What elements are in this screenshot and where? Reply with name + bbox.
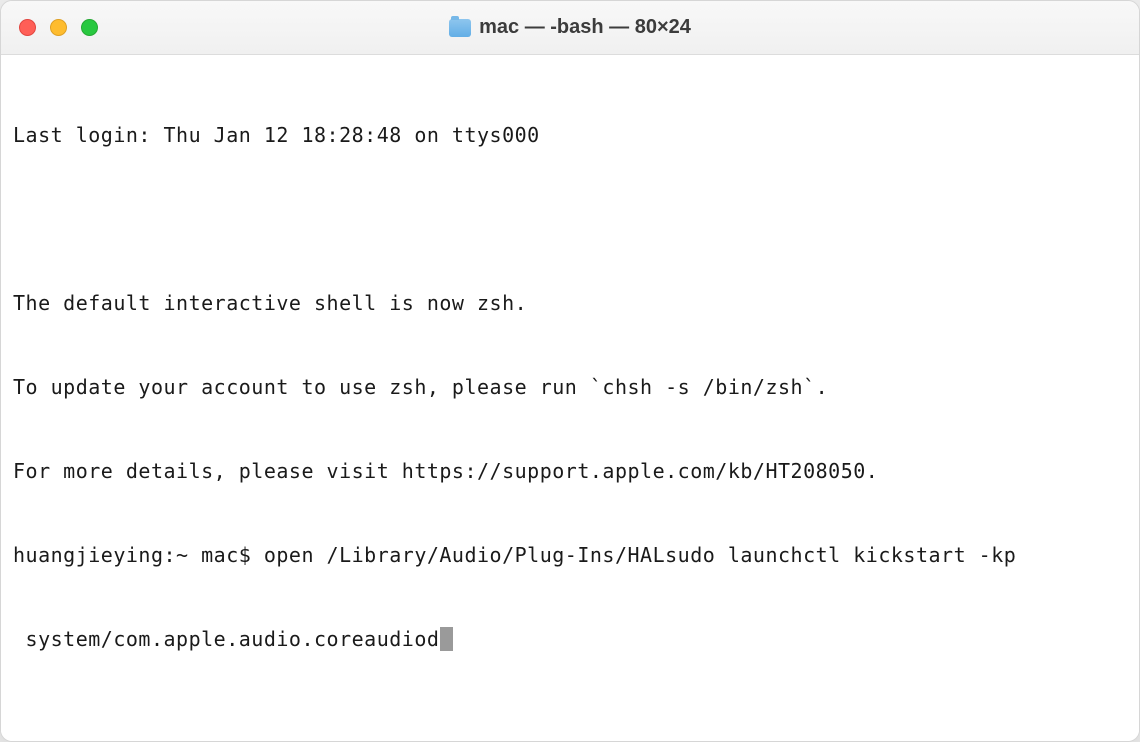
terminal-content[interactable]: Last login: Thu Jan 12 18:28:48 on ttys0… (1, 55, 1139, 741)
home-folder-icon (449, 19, 471, 37)
cursor-icon (440, 627, 453, 651)
terminal-line-last-login: Last login: Thu Jan 12 18:28:48 on ttys0… (13, 121, 1127, 149)
terminal-line-zsh-2: To update your account to use zsh, pleas… (13, 373, 1127, 401)
terminal-prompt-text-1: huangjieying:~ mac$ open /Library/Audio/… (13, 543, 1016, 567)
terminal-line-zsh-3: For more details, please visit https://s… (13, 457, 1127, 485)
minimize-button[interactable] (50, 19, 67, 36)
titlebar: mac — -bash — 80×24 (1, 1, 1139, 55)
terminal-prompt-text-2: system/com.apple.audio.coreaudiod (13, 627, 439, 651)
close-button[interactable] (19, 19, 36, 36)
terminal-prompt-line: huangjieying:~ mac$ open /Library/Audio/… (13, 541, 1127, 569)
window-title-wrap: mac — -bash — 80×24 (1, 16, 1139, 39)
terminal-blank-line (13, 205, 1127, 233)
terminal-window: mac — -bash — 80×24 Last login: Thu Jan … (0, 0, 1140, 742)
terminal-prompt-cont-line: system/com.apple.audio.coreaudiod (13, 625, 1127, 653)
zoom-button[interactable] (81, 19, 98, 36)
traffic-lights (1, 19, 98, 36)
terminal-line-zsh-1: The default interactive shell is now zsh… (13, 289, 1127, 317)
window-title: mac — -bash — 80×24 (479, 16, 691, 39)
